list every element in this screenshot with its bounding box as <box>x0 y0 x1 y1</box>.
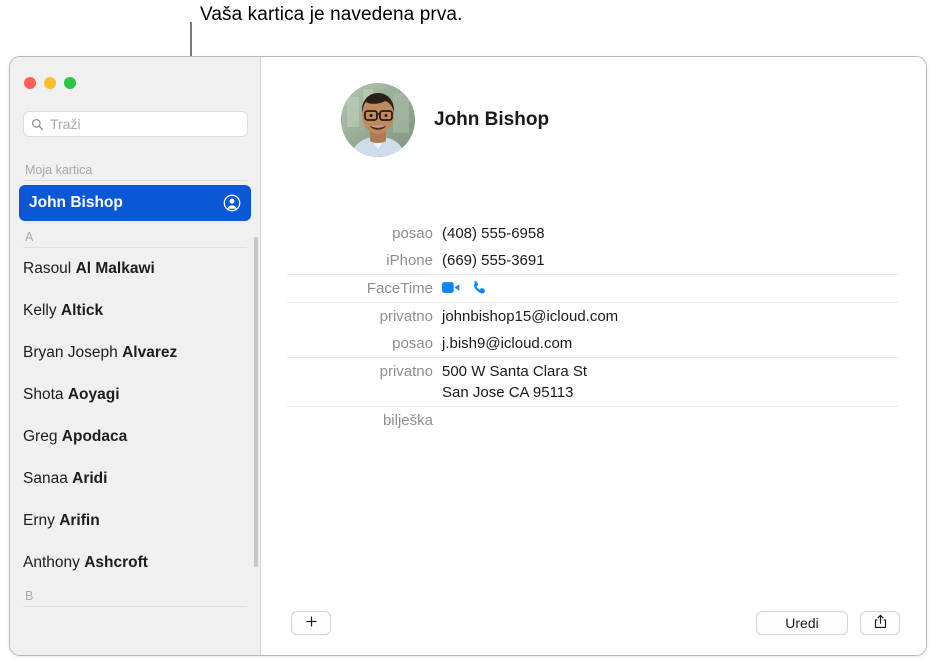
contact-first-name: Shota <box>23 386 64 403</box>
field-group-facetime: FaceTime <box>287 275 899 303</box>
bottom-toolbar: Uredi <box>261 599 926 655</box>
zoom-button[interactable] <box>64 77 76 89</box>
contact-first-name: Anthony <box>23 554 80 571</box>
field-label: bilješka <box>382 412 433 429</box>
list-item[interactable]: Erny Arifin <box>10 500 260 542</box>
contact-last-name: Al Malkawi <box>75 260 155 277</box>
contact-first-name: Bryan Joseph <box>23 344 118 361</box>
field-label: privatno <box>379 308 433 325</box>
plus-icon <box>305 615 318 631</box>
field-group-phones: posao (408) 555-6958 iPhone (669) 555-36… <box>287 220 899 275</box>
field-value: johnbishop15@icloud.com <box>442 308 619 325</box>
field-group-emails: privatno johnbishop15@icloud.com posao j… <box>287 303 899 358</box>
field-row[interactable]: privatno 500 W Santa Clara St San Jose C… <box>287 358 899 406</box>
share-icon <box>874 614 887 632</box>
sidebar-item-my-card[interactable]: John Bishop <box>19 185 251 221</box>
field-row[interactable]: bilješka <box>287 407 899 434</box>
contact-first-name: Sanaa <box>23 470 68 487</box>
sidebar: Traži Moja kartica John Bishop A Rasoul … <box>10 57 261 655</box>
field-row[interactable]: privatno johnbishop15@icloud.com <box>287 303 899 330</box>
contact-list[interactable]: Moja kartica John Bishop A Rasoul Al Mal… <box>10 149 260 655</box>
share-button[interactable] <box>860 611 900 635</box>
facetime-actions <box>442 278 486 299</box>
contact-last-name: Arifin <box>59 512 100 529</box>
facetime-audio-icon[interactable] <box>471 280 486 299</box>
contact-detail-pane: John Bishop posao (408) 555-6958 iPhone … <box>261 57 926 655</box>
section-header-a: A <box>23 225 247 248</box>
list-item[interactable]: Sanaa Aridi <box>10 458 260 500</box>
field-label: privatno <box>379 363 433 380</box>
field-value: j.bish9@icloud.com <box>442 335 573 352</box>
field-value: (669) 555-3691 <box>442 252 545 269</box>
field-group-note: bilješka <box>287 407 899 434</box>
callout-text: Vaša kartica je navedena prva. <box>200 4 463 25</box>
field-label: posao <box>392 225 433 242</box>
minimize-button[interactable] <box>44 77 56 89</box>
section-header-b: B <box>23 584 247 607</box>
avatar[interactable] <box>341 83 415 157</box>
list-item[interactable]: Rasoul Al Malkawi <box>10 248 260 290</box>
list-item[interactable]: Shota Aoyagi <box>10 374 260 416</box>
field-value: (408) 555-6958 <box>442 225 545 242</box>
field-value: 500 W Santa Clara St San Jose CA 95113 <box>442 363 588 401</box>
contact-last-name: Alvarez <box>122 344 178 361</box>
contact-last-name: Aridi <box>72 470 108 487</box>
field-row[interactable]: iPhone (669) 555-3691 <box>287 247 899 274</box>
list-item[interactable]: Greg Apodaca <box>10 416 260 458</box>
search-placeholder: Traži <box>50 116 81 132</box>
contact-last-name: Apodaca <box>61 428 128 445</box>
contact-first-name: Kelly <box>23 302 57 319</box>
contact-fields: posao (408) 555-6958 iPhone (669) 555-36… <box>287 220 899 434</box>
list-item[interactable]: Anthony Ashcroft <box>10 542 260 584</box>
page-title: John Bishop <box>434 109 550 130</box>
contact-last-name: Ashcroft <box>84 554 148 571</box>
contact-last-name: Aoyagi <box>67 386 120 403</box>
contact-last-name: Altick <box>60 302 104 319</box>
contact-first-name: Rasoul <box>23 260 72 277</box>
contact-first-name: Erny <box>23 512 55 529</box>
field-label: iPhone <box>386 252 433 269</box>
facetime-video-icon[interactable] <box>442 281 460 298</box>
field-row[interactable]: posao j.bish9@icloud.com <box>287 330 899 357</box>
list-item[interactable]: Bryan Joseph Alvarez <box>10 332 260 374</box>
contact-first-name: Greg <box>23 428 58 445</box>
contact-header: John Bishop <box>341 83 549 157</box>
search-input[interactable]: Traži <box>23 111 248 137</box>
field-row[interactable]: posao (408) 555-6958 <box>287 220 899 247</box>
add-contact-button[interactable] <box>291 611 331 635</box>
field-group-address: privatno 500 W Santa Clara St San Jose C… <box>287 358 899 407</box>
close-button[interactable] <box>24 77 36 89</box>
field-label: posao <box>392 335 433 352</box>
sidebar-scrollbar[interactable] <box>254 237 258 567</box>
person-circle-icon <box>223 194 241 212</box>
search-icon <box>31 118 44 131</box>
edit-button[interactable]: Uredi <box>756 611 848 635</box>
field-label: FaceTime <box>366 280 433 297</box>
contacts-window: Traži Moja kartica John Bishop A Rasoul … <box>9 56 927 656</box>
window-controls <box>24 77 76 89</box>
list-item[interactable]: Kelly Altick <box>10 290 260 332</box>
section-header-my-card: Moja kartica <box>23 158 247 181</box>
field-row[interactable]: FaceTime <box>287 275 899 302</box>
my-card-name: John Bishop <box>29 194 123 211</box>
